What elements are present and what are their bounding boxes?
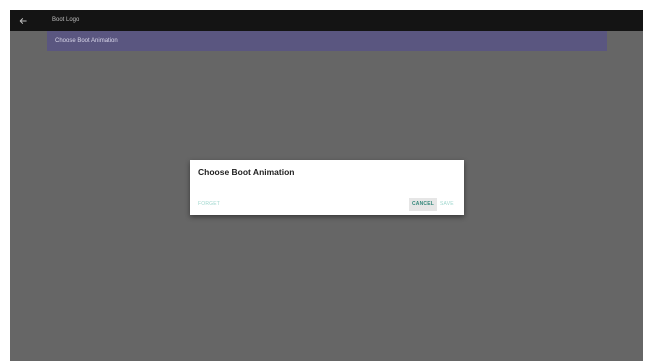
arrow-left-icon (19, 12, 27, 30)
list-item-choose-boot-animation[interactable]: Choose Boot Animation (47, 31, 607, 51)
top-bar: Boot Logo (10, 10, 643, 31)
forget-button[interactable]: FORGET (198, 198, 220, 211)
cancel-button[interactable]: CANCEL (409, 198, 437, 211)
dialog-title: Choose Boot Animation (198, 167, 295, 177)
save-button[interactable]: SAVE (440, 198, 454, 211)
list-item-label: Choose Boot Animation (55, 38, 118, 44)
choose-boot-animation-dialog: Choose Boot Animation FORGET CANCEL SAVE (190, 160, 464, 215)
settings-screen: Boot Logo Choose Boot Animation Choose B… (10, 10, 643, 361)
page-title: Boot Logo (52, 17, 80, 23)
back-button[interactable] (15, 13, 31, 29)
